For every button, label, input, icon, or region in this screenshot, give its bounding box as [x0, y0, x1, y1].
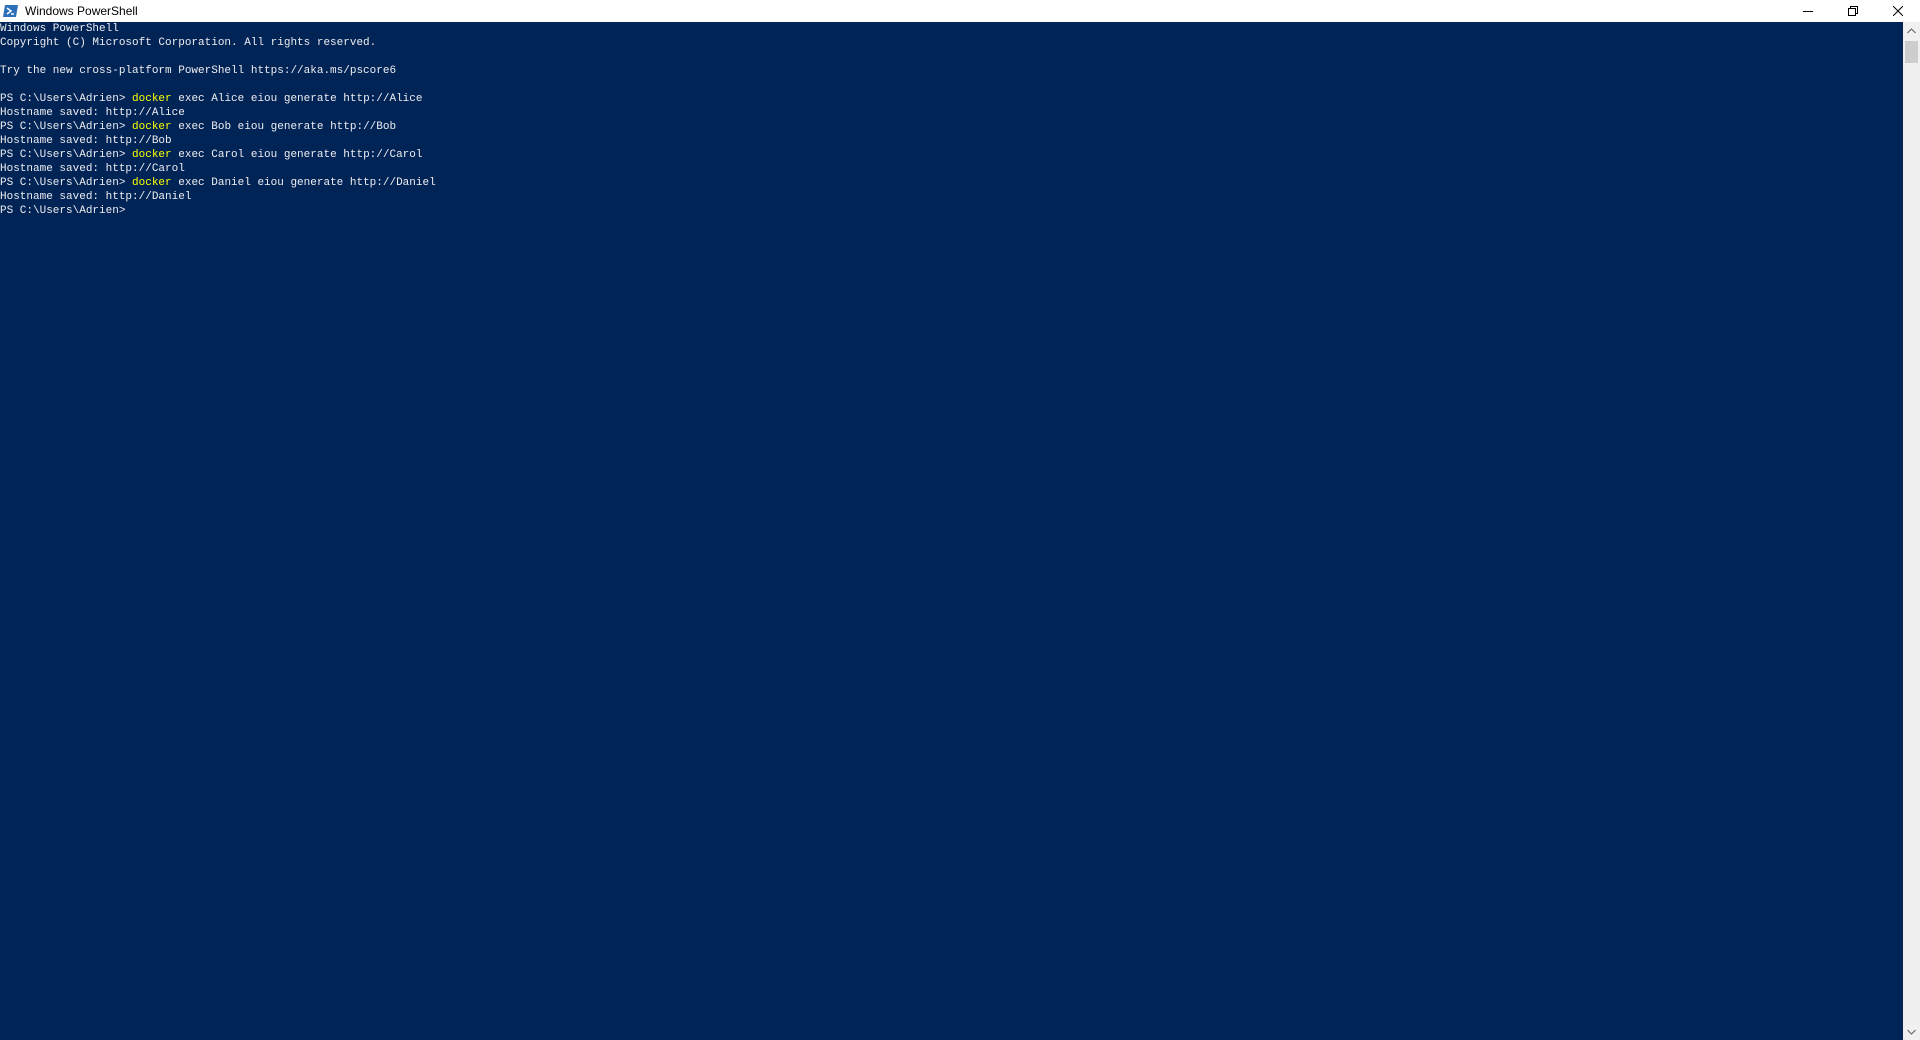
- console-line: Hostname saved: http://Bob: [0, 135, 172, 147]
- command-line: PS C:\Users\Adrien> docker exec Alice ei…: [0, 92, 1903, 106]
- command-line: PS C:\Users\Adrien> docker exec Carol ei…: [0, 148, 1903, 162]
- command-keyword: docker: [132, 121, 172, 133]
- prompt: PS C:\Users\Adrien>: [0, 177, 133, 189]
- command-keyword: docker: [132, 149, 172, 161]
- command-line: PS C:\Users\Adrien> docker exec Daniel e…: [0, 176, 1903, 190]
- powershell-icon[interactable]: [3, 3, 19, 19]
- prompt: PS C:\Users\Adrien>: [0, 121, 133, 133]
- minimize-button[interactable]: [1785, 0, 1830, 22]
- command-args: exec Alice eiou generate http://Alice: [171, 93, 423, 105]
- scroll-thumb[interactable]: [1905, 41, 1918, 63]
- prompt: PS C:\Users\Adrien>: [0, 149, 133, 161]
- window-title: Windows PowerShell: [25, 4, 138, 18]
- close-button[interactable]: [1875, 0, 1920, 22]
- console-line: Windows PowerShell: [0, 23, 119, 35]
- minimize-icon: [1802, 11, 1813, 12]
- scroll-up-button[interactable]: [1903, 22, 1920, 39]
- close-icon: [1892, 6, 1903, 16]
- console-line: Try the new cross-platform PowerShell ht…: [0, 65, 397, 77]
- console-line: Hostname saved: http://Alice: [0, 107, 185, 119]
- console-line: Hostname saved: http://Carol: [0, 163, 185, 175]
- powershell-window: Windows PowerShell Windows PowerShell Co…: [0, 0, 1920, 1040]
- command-args: exec Daniel eiou generate http://Daniel: [171, 177, 436, 189]
- chevron-down-icon: [1907, 1029, 1916, 1035]
- console-line: Copyright (C) Microsoft Corporation. All…: [0, 37, 377, 49]
- console-output[interactable]: Windows PowerShell Copyright (C) Microso…: [0, 22, 1903, 1040]
- command-line: PS C:\Users\Adrien> docker exec Bob eiou…: [0, 120, 1903, 134]
- command-args: exec Carol eiou generate http://Carol: [171, 149, 423, 161]
- prompt: PS C:\Users\Adrien>: [0, 93, 133, 105]
- restore-button[interactable]: [1830, 0, 1875, 22]
- prompt: PS C:\Users\Adrien>: [0, 205, 133, 217]
- command-args: exec Bob eiou generate http://Bob: [171, 121, 397, 133]
- command-keyword: docker: [132, 93, 172, 105]
- vertical-scrollbar[interactable]: [1903, 22, 1920, 1040]
- scroll-down-button[interactable]: [1903, 1023, 1920, 1040]
- restore-icon: [1847, 6, 1858, 16]
- title-bar[interactable]: Windows PowerShell: [0, 0, 1920, 22]
- chevron-up-icon: [1907, 27, 1916, 33]
- current-prompt-line[interactable]: PS C:\Users\Adrien>: [0, 204, 1903, 218]
- command-keyword: docker: [132, 177, 172, 189]
- console-line: Hostname saved: http://Daniel: [0, 191, 192, 203]
